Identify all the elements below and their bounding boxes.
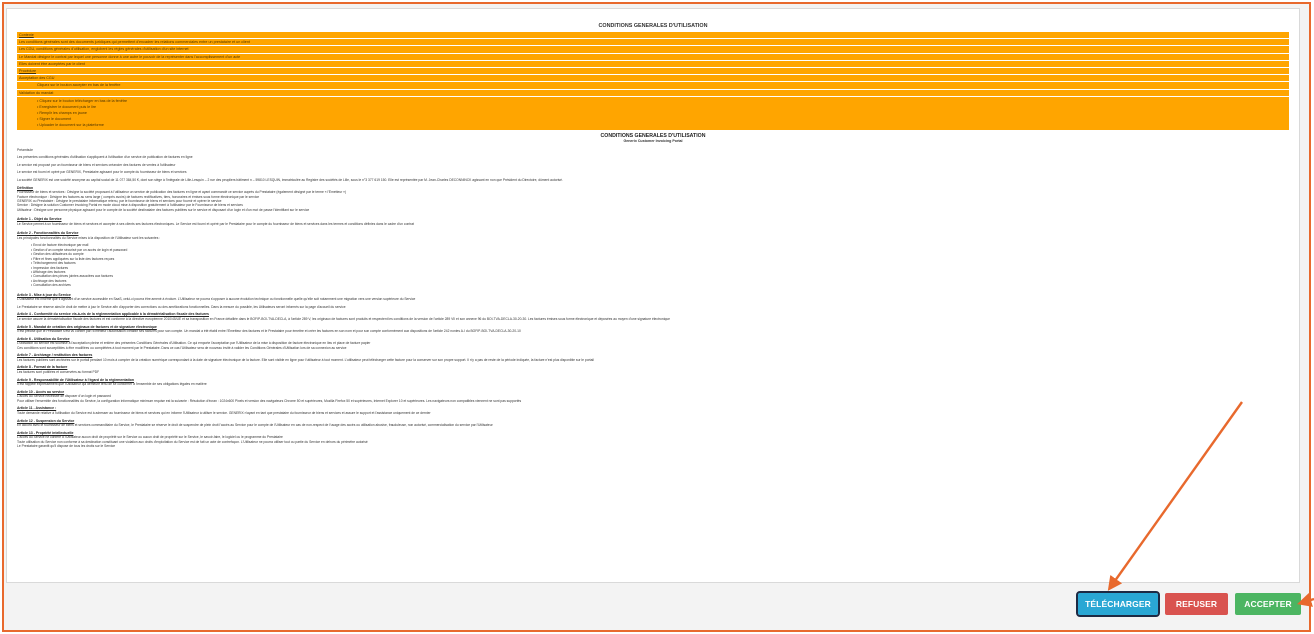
summary-line: Contexte	[17, 32, 1289, 40]
accept-button[interactable]: ACCEPTER	[1235, 593, 1301, 615]
summary-box: Contexte Les conditions générales sont de…	[17, 32, 1289, 131]
cgu-document-viewer[interactable]: CONDITIONS GENERALES D'UTILISATION Conte…	[6, 8, 1300, 583]
document-title-top: CONDITIONS GENERALES D'UTILISATION	[598, 23, 708, 29]
summary-line: Les CGU, conditions générales d'utilisat…	[17, 46, 1289, 54]
summary-steps: • Cliquez sur le bouton télécharger en b…	[17, 97, 1289, 131]
summary-line: Validation du mandat	[17, 90, 1289, 97]
document-body: Préambule Les présentes conditions généra…	[17, 148, 1289, 449]
document-subtitle: Generix Customer Invoicing Portal	[623, 138, 683, 143]
download-button[interactable]: TÉLÉCHARGER	[1076, 591, 1160, 617]
summary-line: Cliquez sur le bouton accepter en bas de…	[17, 82, 1289, 90]
summary-step: • Uploader le document sur la plateforme	[37, 122, 104, 127]
summary-line: Elles doivent être acceptées par le clie…	[17, 61, 1289, 68]
paragraph: Le Prestataire garantit qu'il dispose de…	[17, 444, 116, 449]
summary-line: Procédure	[17, 68, 1289, 76]
summary-line: Le Mandat désigne le contrat par lequel …	[17, 54, 1289, 61]
refuse-button[interactable]: REFUSER	[1165, 593, 1228, 615]
summary-line: Acceptation des CGU	[17, 75, 1289, 83]
summary-line: Les conditions générales sont des docume…	[17, 39, 1289, 47]
